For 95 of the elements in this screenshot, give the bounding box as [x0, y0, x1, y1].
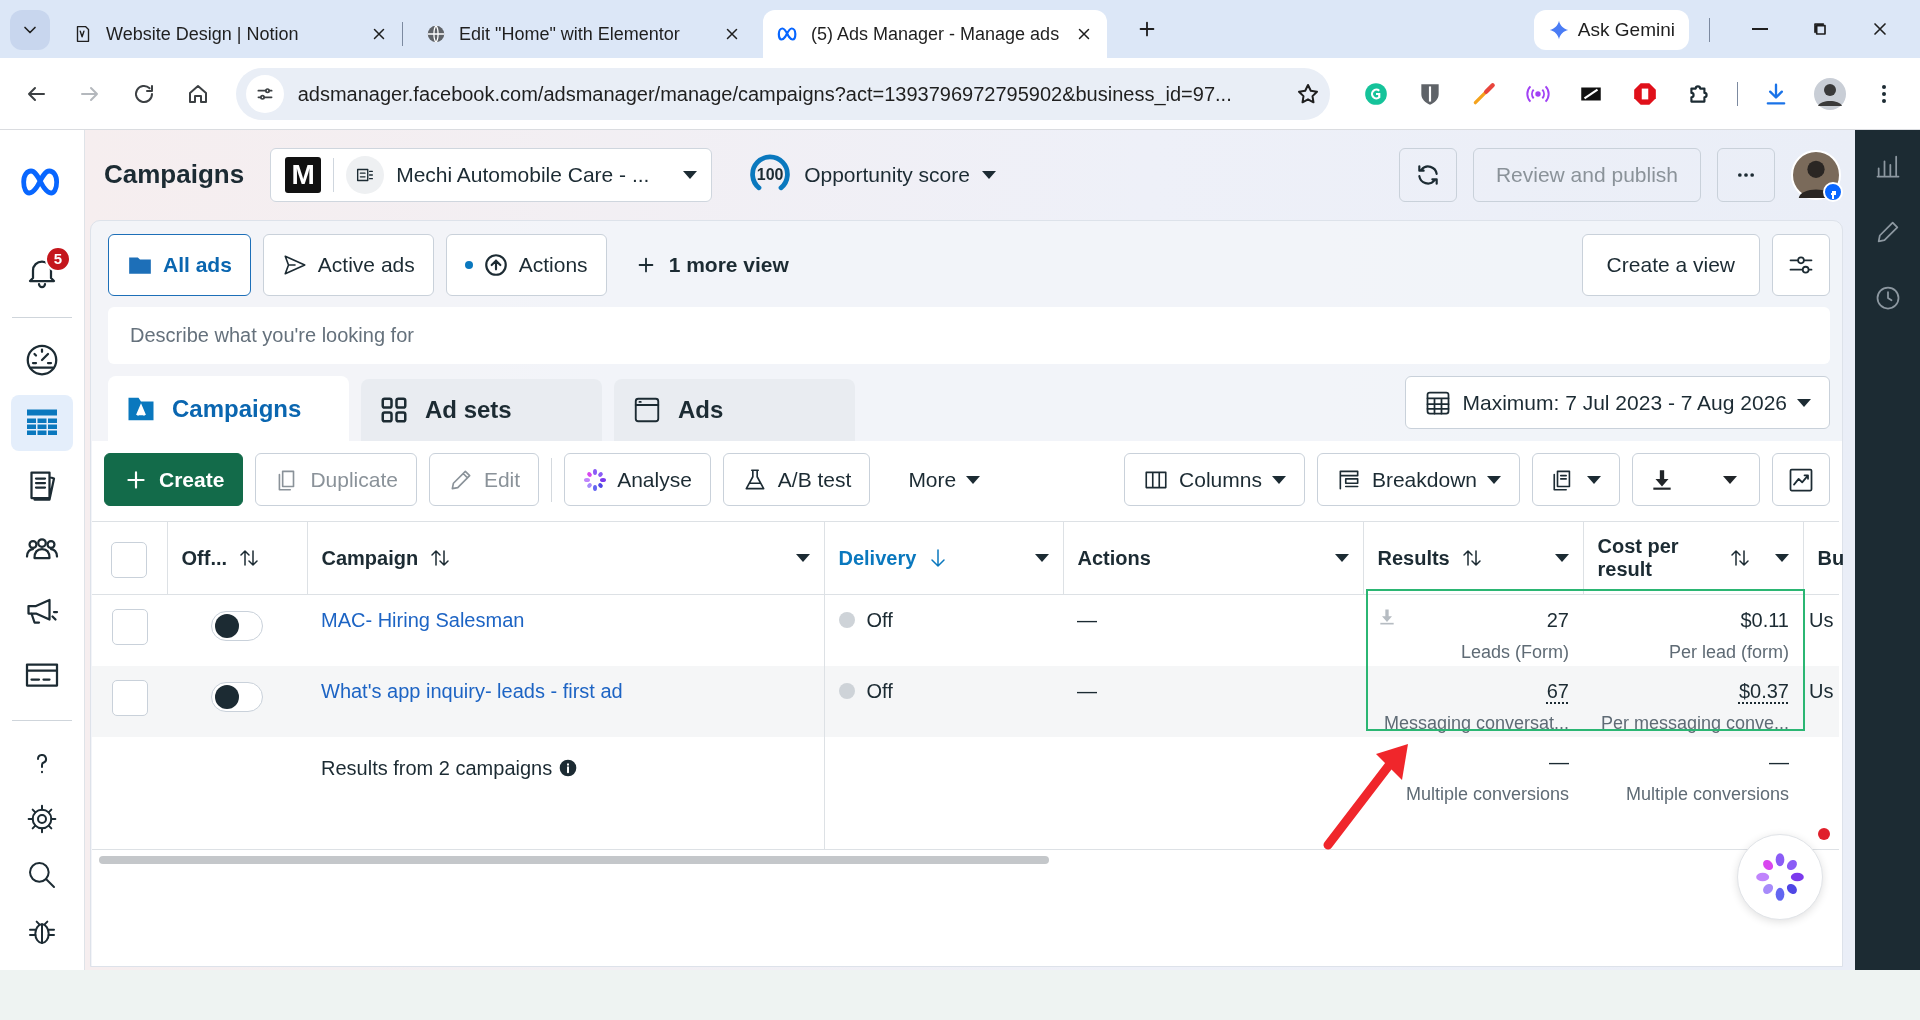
refresh-button[interactable]	[1398, 148, 1457, 202]
level-tab[interactable]: Ad sets	[361, 379, 602, 441]
site-settings-button[interactable]	[245, 74, 284, 113]
badge-icon	[1823, 182, 1843, 202]
browser-tab[interactable]: Website Design | Notion	[58, 10, 402, 58]
campaign-link[interactable]: What's app inquiry- leads - first ad	[321, 680, 623, 702]
table-cell: —	[1063, 666, 1363, 737]
view-settings-button[interactable]	[1772, 234, 1830, 296]
info-icon	[558, 758, 579, 778]
campaign-link[interactable]: MAC- Hiring Salesman	[321, 609, 525, 631]
minimize-icon	[1752, 28, 1768, 30]
metric-note: Leads (Form)	[1459, 641, 1569, 664]
level-tab[interactable]: Ads	[614, 379, 855, 441]
metric-note: Messaging conversat...	[1382, 712, 1569, 735]
extension-icon	[1362, 80, 1389, 107]
notifications-button[interactable]: 5	[11, 244, 73, 300]
metric-note: Per messaging conve...	[1599, 712, 1789, 735]
results-value: 27	[1546, 608, 1569, 633]
opportunity-score-button[interactable]: 100 Opportunity score	[748, 153, 996, 197]
select-all-checkbox[interactable]	[111, 542, 148, 578]
summary-value: —	[1769, 750, 1789, 775]
caret-icon	[981, 171, 996, 179]
column-header[interactable]: Delivery	[838, 546, 917, 570]
notification-count: 5	[45, 246, 71, 272]
table-cell: Us	[1803, 594, 1839, 666]
menu-icon	[1882, 84, 1887, 103]
more-icon	[1738, 173, 1754, 177]
column-header[interactable]: Off...	[181, 546, 228, 570]
gauge-icon	[24, 342, 60, 378]
profile-avatar[interactable]	[1791, 150, 1841, 200]
metric-note: Per lead (form)	[1667, 641, 1789, 664]
view-tool-button[interactable]: Breakdown	[1316, 453, 1520, 506]
view-tool-button[interactable]: Columns	[1124, 453, 1305, 506]
column-header[interactable]: Bu	[1817, 546, 1845, 570]
caret-icon	[1271, 475, 1286, 484]
caret-icon	[1797, 398, 1811, 407]
column-header[interactable]: Actions	[1077, 546, 1151, 570]
search-field[interactable]: Describe what you're looking for	[108, 307, 1830, 364]
cost-value[interactable]: $0.37	[1738, 676, 1789, 706]
caret-icon	[1723, 475, 1737, 484]
toolbar-button[interactable]: Create	[104, 453, 244, 506]
column-header[interactable]: Campaign	[321, 546, 419, 570]
date-range-button[interactable]: Maximum: 7 Jul 2023 - 7 Aug 2026	[1405, 376, 1830, 429]
cost-value: $0.11	[1740, 608, 1789, 633]
delivery-status: Off	[866, 608, 893, 633]
create-view-button[interactable]: Create a view	[1581, 234, 1760, 296]
globe-icon	[425, 23, 447, 45]
row-checkbox[interactable]	[111, 680, 148, 716]
view-tab[interactable]: Active ads	[262, 234, 434, 296]
column-header[interactable]: Results	[1377, 546, 1450, 570]
stop-sign-icon	[1632, 80, 1659, 107]
account-selector[interactable]: M Mechi Automobile Care - ...	[270, 148, 713, 202]
metric-note: Multiple conversions	[1624, 783, 1789, 806]
sparkle-icon	[583, 467, 608, 492]
more-views-button[interactable]: 1 more view	[618, 249, 805, 281]
person-icon	[1814, 77, 1847, 110]
toggle-switch[interactable]	[211, 611, 263, 641]
reports-button[interactable]	[1532, 453, 1620, 506]
toolbar-button[interactable]: Analyse	[564, 453, 711, 506]
view-tab[interactable]: Actions	[445, 234, 607, 296]
browser-tab[interactable]: Edit "Home" with Elementor	[411, 10, 755, 58]
row-checkbox[interactable]	[111, 609, 148, 645]
caret-icon	[1487, 475, 1501, 484]
results-value[interactable]: 67	[1546, 676, 1569, 706]
metric-note: Multiple conversions	[1404, 783, 1569, 806]
table-cell: Us	[1803, 666, 1839, 737]
search-icon	[26, 859, 58, 891]
caret-icon	[966, 475, 981, 484]
more-menu-button[interactable]: More	[890, 453, 999, 506]
delivery-status: Off	[866, 679, 893, 704]
summary-value: —	[1549, 750, 1569, 775]
ask-gemini-button[interactable]: Ask Gemini	[1533, 10, 1689, 50]
scrollbar[interactable]	[99, 855, 1049, 864]
unread-dot	[464, 261, 473, 269]
sparkle-icon	[1754, 851, 1806, 903]
page-title: Campaigns	[104, 159, 245, 191]
summary-label: Results from 2 campaigns	[321, 756, 553, 781]
view-tab[interactable]: All ads	[108, 234, 251, 296]
caret-icon	[1587, 475, 1601, 484]
account-logo: M	[285, 157, 322, 193]
upload-circle-icon	[482, 252, 509, 278]
status-dot	[838, 683, 855, 699]
star-icon	[1295, 81, 1320, 106]
settings-icon	[26, 803, 58, 835]
chart-button[interactable]	[1772, 453, 1830, 506]
caret-icon	[683, 171, 698, 179]
browser-tab[interactable]: (5) Ads Manager - Manage ads	[763, 10, 1107, 58]
toolbar-button[interactable]: A/B test	[722, 453, 871, 506]
score-value: 100	[756, 165, 784, 185]
toggle-switch[interactable]	[211, 682, 263, 712]
table-cell: —	[1063, 594, 1363, 666]
level-tab[interactable]: Campaigns	[108, 376, 349, 441]
window-icon	[632, 395, 662, 425]
grid-icon	[379, 395, 409, 425]
status-dot	[838, 612, 855, 628]
